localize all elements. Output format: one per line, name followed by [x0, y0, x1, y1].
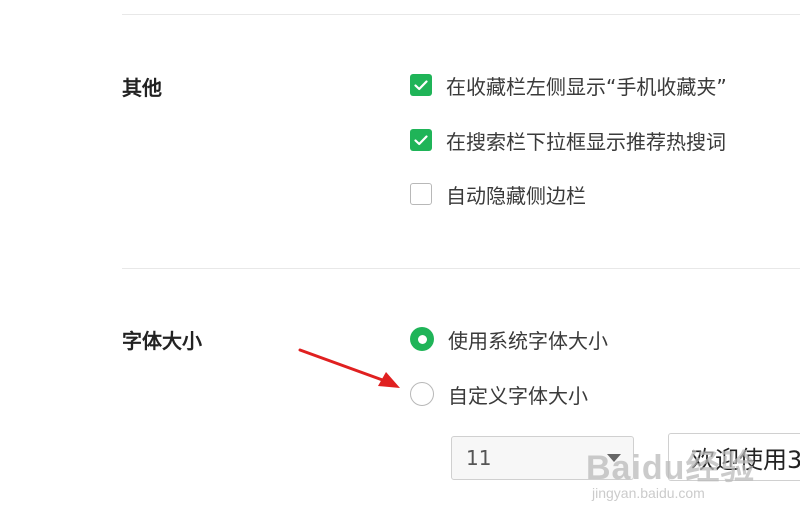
option-label: 在收藏栏左侧显示“手机收藏夹” — [446, 74, 727, 99]
radio-label: 自定义字体大小 — [448, 383, 588, 408]
font-size-select[interactable]: 11 — [451, 436, 634, 480]
font-size-select-value: 11 — [466, 446, 492, 470]
option-auto-hide-sidebar[interactable]: 自动隐藏侧边栏 — [410, 181, 586, 208]
section-divider — [122, 14, 800, 15]
section-title-other: 其他 — [122, 76, 162, 100]
radio-selected[interactable] — [410, 327, 434, 351]
option-label: 自动隐藏侧边栏 — [446, 183, 586, 208]
checkbox-unchecked[interactable] — [410, 183, 432, 205]
section-divider — [122, 268, 800, 269]
checkmark-icon — [414, 134, 428, 145]
option-show-mobile-favorites[interactable]: 在收藏栏左侧显示“手机收藏夹” — [410, 72, 727, 99]
radio-unselected[interactable] — [410, 382, 434, 406]
option-label: 在搜索栏下拉框显示推荐热搜词 — [446, 129, 726, 154]
radio-custom-font-size[interactable]: 自定义字体大小 — [410, 381, 588, 408]
triangle-down-icon[interactable] — [607, 454, 621, 462]
radio-label: 使用系统字体大小 — [448, 328, 608, 353]
checkbox-checked[interactable] — [410, 74, 432, 96]
watermark-sub: jingyan.baidu.com — [592, 485, 705, 501]
font-preview-text: 欢迎使用3 — [691, 445, 800, 474]
radio-dot — [417, 334, 427, 344]
font-preview-box: 欢迎使用3 — [668, 433, 800, 481]
radio-system-font-size[interactable]: 使用系统字体大小 — [410, 326, 608, 353]
option-show-hot-search-words[interactable]: 在搜索栏下拉框显示推荐热搜词 — [410, 127, 726, 154]
section-title-font-size: 字体大小 — [122, 329, 202, 353]
red-arrow-annotation — [298, 348, 400, 388]
checkmark-icon — [414, 79, 428, 90]
checkbox-checked[interactable] — [410, 129, 432, 151]
settings-page: 其他 在收藏栏左侧显示“手机收藏夹” 在搜索栏下拉框显示推荐热搜词 自动隐藏侧边… — [0, 0, 800, 520]
